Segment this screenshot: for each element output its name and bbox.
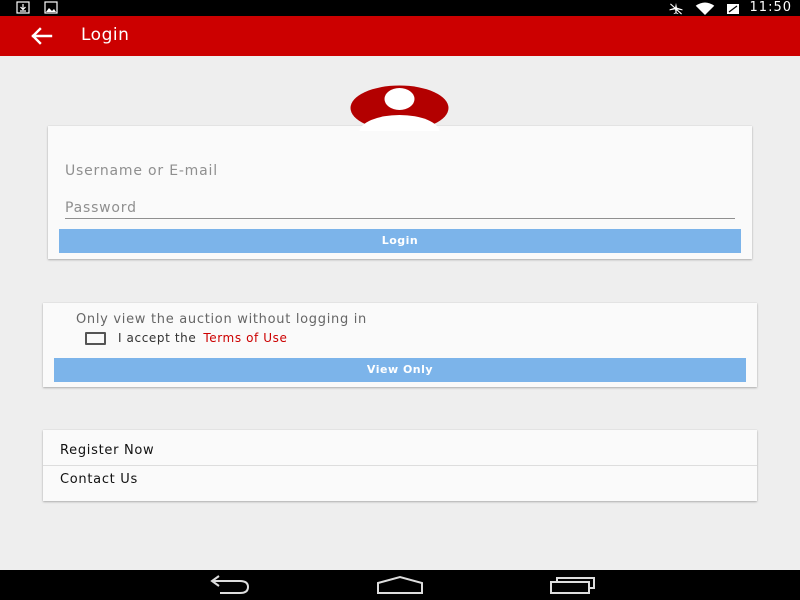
user-avatar-icon [350, 85, 449, 131]
password-field[interactable]: Password [65, 200, 735, 219]
download-icon [16, 1, 30, 14]
contact-us-item[interactable]: Contact Us [43, 466, 757, 501]
login-card: Username or E-mail Password Login [48, 126, 752, 259]
airplane-mode-icon [669, 2, 683, 14]
username-field[interactable]: Username or E-mail [65, 163, 735, 189]
login-button[interactable]: Login [59, 229, 741, 253]
app-bar: Login [0, 16, 800, 56]
clock: 11:50 [749, 0, 792, 15]
navigation-bar [0, 570, 800, 600]
view-only-heading: Only view the auction without logging in [76, 312, 367, 327]
accept-terms-label: I accept the [118, 331, 197, 345]
accept-terms-row: I accept the Terms of Use [85, 331, 287, 345]
status-right-icons: 11:50 [668, 0, 792, 16]
back-arrow-icon[interactable] [30, 26, 54, 46]
wifi-icon [695, 1, 714, 15]
status-left-icons [16, 1, 58, 14]
accept-terms-checkbox[interactable] [85, 331, 106, 345]
page-title: Login [81, 25, 130, 45]
recents-nav-icon[interactable] [549, 575, 596, 595]
back-nav-icon[interactable] [206, 575, 252, 595]
register-now-item[interactable]: Register Now [43, 430, 757, 466]
home-nav-icon[interactable] [376, 575, 424, 595]
avatar [350, 85, 449, 131]
terms-of-use-link[interactable]: Terms of Use [203, 331, 287, 345]
battery-icon [726, 3, 739, 14]
status-bar: 11:50 [0, 0, 800, 16]
view-only-button[interactable]: View Only [54, 358, 746, 382]
links-card: Register Now Contact Us [43, 430, 757, 501]
image-icon [44, 1, 58, 14]
view-only-card: Only view the auction without logging in… [43, 303, 757, 387]
